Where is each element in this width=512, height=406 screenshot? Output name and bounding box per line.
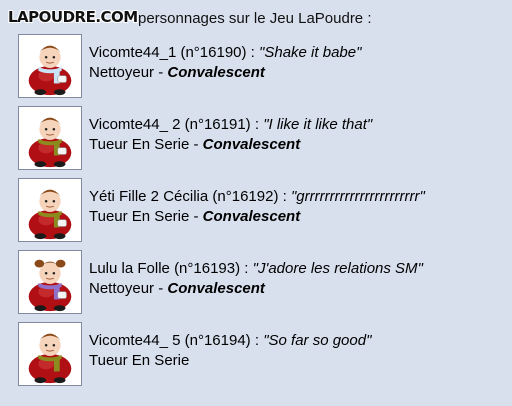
- character-name: Lulu la Folle: [89, 260, 170, 277]
- dash-separator: -: [189, 136, 203, 153]
- character-quote-text: So far so good: [268, 332, 367, 349]
- colon-separator: :: [250, 116, 264, 133]
- character-role: Tueur En Serie: [89, 208, 190, 225]
- character-role-line: Nettoyeur - Convalescent: [89, 279, 423, 299]
- character-role: Nettoyeur: [89, 64, 155, 81]
- character-title-line: Lulu la Folle (n°16193) : "J'adore les r…: [89, 259, 423, 279]
- character-status: Convalescent: [167, 64, 265, 81]
- character-name: Vicomte44_ 5: [89, 332, 181, 349]
- character-number: (n°16193): [174, 260, 241, 277]
- dash-separator: -: [154, 64, 168, 81]
- character-avatar-icon: [18, 34, 82, 98]
- character-role: Tueur En Serie: [89, 352, 190, 369]
- character-number: (n°16190): [180, 44, 247, 61]
- site-logo-watermark: LAPOUDRE.COM: [8, 8, 138, 26]
- colon-separator: :: [240, 260, 253, 277]
- character-avatar-icon: [18, 178, 82, 242]
- character-name: Vicomte44_1: [89, 44, 177, 61]
- character-avatar-icon: [18, 106, 82, 170]
- character-number: (n°16192): [212, 188, 279, 205]
- character-role-line: Nettoyeur - Convalescent: [89, 63, 361, 83]
- character-quote: "So far so good": [263, 332, 372, 349]
- character-quote-text: I like it like that: [268, 116, 367, 133]
- character-info: Vicomte44_ 5 (n°16194) : "So far so good…: [89, 331, 371, 371]
- character-role: Tueur En Serie: [89, 136, 190, 153]
- character-info: Yéti Fille 2 Cécilia (n°16192) : "grrrrr…: [89, 187, 425, 227]
- character-number: (n°16191): [184, 116, 251, 133]
- page: LAPOUDRE.COM personnages sur le Jeu LaPo…: [0, 0, 512, 406]
- colon-separator: :: [278, 188, 291, 205]
- character-title-line: Vicomte44_1 (n°16190) : "Shake it babe": [89, 43, 361, 63]
- character-role: Nettoyeur: [89, 280, 155, 297]
- character-role-line: Tueur En Serie - Convalescent: [89, 135, 372, 155]
- character-info: Vicomte44_ 2 (n°16191) : "I like it like…: [89, 115, 372, 155]
- colon-separator: :: [250, 332, 264, 349]
- dash-separator: -: [154, 280, 168, 297]
- character-quote-text: J'adore les relations SM: [257, 260, 418, 277]
- character-quote: "grrrrrrrrrrrrrrrrrrrrrrr": [290, 188, 425, 205]
- dash-separator: -: [189, 208, 203, 225]
- intro-text: personnages sur le Jeu LaPoudre :: [138, 10, 372, 27]
- character-name: Yéti Fille 2 Cécilia: [89, 188, 209, 205]
- character-quote-text: grrrrrrrrrrrrrrrrrrrrrrr: [296, 188, 420, 205]
- character-avatar-icon: [18, 250, 82, 314]
- character-info: Vicomte44_1 (n°16190) : "Shake it babe" N…: [89, 43, 361, 83]
- character-avatar-icon: [18, 322, 82, 386]
- character-status: Convalescent: [202, 136, 301, 153]
- character-quote-text: Shake it babe: [264, 44, 357, 61]
- character-title-line: Vicomte44_ 5 (n°16194) : "So far so good…: [89, 331, 371, 351]
- character-quote: "I like it like that": [263, 116, 373, 133]
- character-name: Vicomte44_ 2: [89, 116, 181, 133]
- character-title-line: Yéti Fille 2 Cécilia (n°16192) : "grrrrr…: [89, 187, 425, 207]
- character-quote: "J'adore les relations SM": [252, 260, 423, 277]
- character-role-line: Tueur En Serie: [89, 351, 371, 371]
- character-role-line: Tueur En Serie - Convalescent: [89, 207, 425, 227]
- character-status: Convalescent: [167, 280, 265, 297]
- character-title-line: Vicomte44_ 2 (n°16191) : "I like it like…: [89, 115, 372, 135]
- character-number: (n°16194): [184, 332, 251, 349]
- character-info: Lulu la Folle (n°16193) : "J'adore les r…: [89, 259, 423, 299]
- colon-separator: :: [246, 44, 260, 61]
- character-quote: "Shake it babe": [259, 44, 362, 61]
- character-status: Convalescent: [202, 208, 301, 225]
